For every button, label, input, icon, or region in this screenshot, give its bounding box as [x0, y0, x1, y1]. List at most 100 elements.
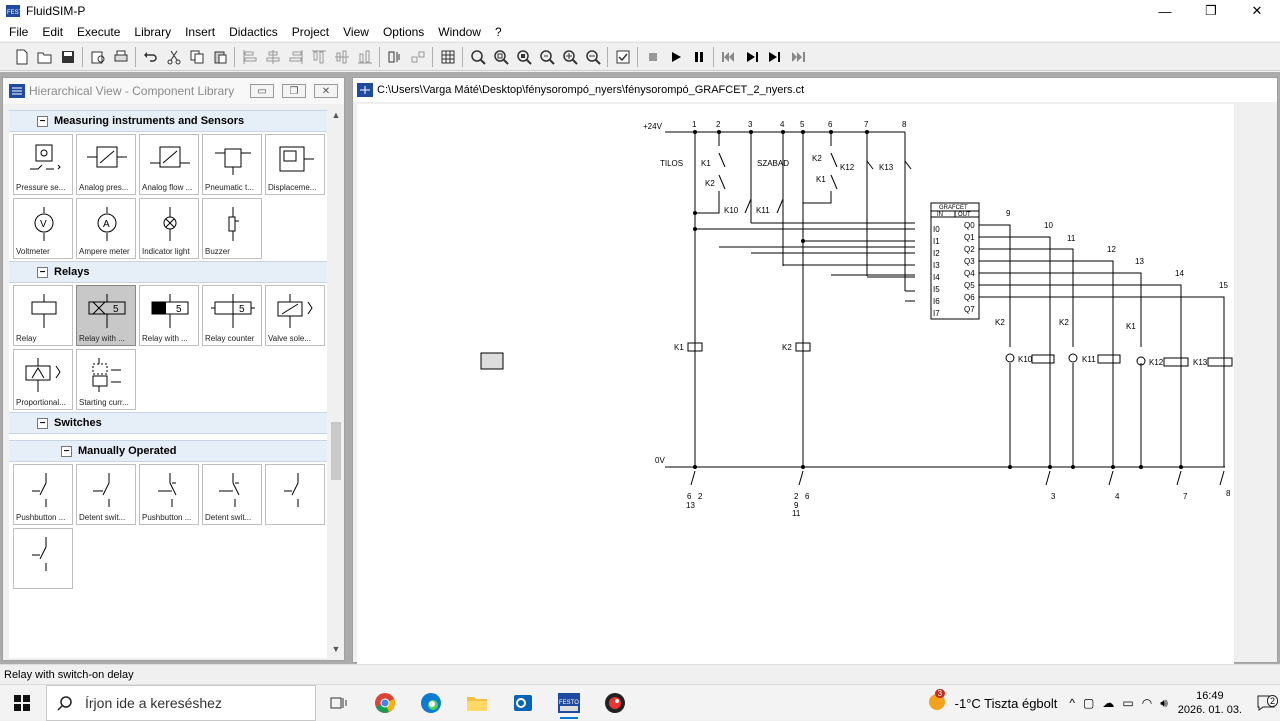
pause-icon[interactable]: [687, 46, 710, 68]
print-icon[interactable]: [109, 46, 132, 68]
zoom-page-icon[interactable]: [512, 46, 535, 68]
menu-file[interactable]: File: [2, 25, 35, 39]
zoom-fit-icon[interactable]: [466, 46, 489, 68]
category-manually-operated[interactable]: − Manually Operated: [9, 440, 327, 462]
print-preview-icon[interactable]: [86, 46, 109, 68]
library-item-ampere-meter[interactable]: A Ampere meter: [76, 198, 136, 259]
check-drawing-icon[interactable]: [611, 46, 634, 68]
task-view-button[interactable]: [316, 685, 362, 721]
library-item-switch-partial-2[interactable]: [13, 528, 73, 589]
cut-icon[interactable]: [162, 46, 185, 68]
library-item-switch-partial[interactable]: [265, 464, 325, 525]
fast-forward-icon[interactable]: [786, 46, 809, 68]
library-item-pushbutton-no[interactable]: Pushbutton ...: [13, 464, 73, 525]
scroll-down-icon[interactable]: ▼: [329, 644, 343, 658]
menu-didactics[interactable]: Didactics: [222, 25, 285, 39]
edge-app[interactable]: [408, 685, 454, 721]
open-folder-icon[interactable]: [33, 46, 56, 68]
undo-icon[interactable]: [139, 46, 162, 68]
zoom-out-icon[interactable]: [581, 46, 604, 68]
windows-start-button[interactable]: [0, 685, 44, 721]
placed-relay-switch-on-delay[interactable]: [480, 352, 504, 370]
meet-now-icon[interactable]: ▢: [1083, 696, 1094, 710]
new-file-icon[interactable]: [10, 46, 33, 68]
paste-icon[interactable]: [208, 46, 231, 68]
battery-icon[interactable]: ▭: [1122, 696, 1133, 710]
relay-coil-k11[interactable]: [1097, 354, 1121, 364]
category-measuring[interactable]: − Measuring instruments and Sensors: [9, 110, 327, 132]
file-explorer-app[interactable]: [454, 685, 500, 721]
relay-coil-k10[interactable]: [1031, 354, 1055, 364]
library-item-indicator-light[interactable]: Indicator light: [139, 198, 199, 259]
library-item-buzzer[interactable]: Buzzer: [202, 198, 262, 259]
align-middle-icon[interactable]: [330, 46, 353, 68]
library-item-detent-switch-no[interactable]: Detent swit...: [76, 464, 136, 525]
library-item-proportional[interactable]: Proportional...: [13, 349, 73, 410]
library-minimize-button[interactable]: ▭: [250, 84, 274, 98]
mirror-icon[interactable]: [406, 46, 429, 68]
maximize-button[interactable]: ❐: [1188, 0, 1234, 22]
collapse-icon[interactable]: −: [37, 417, 48, 429]
stop-icon[interactable]: [641, 46, 664, 68]
library-item-pneumatic[interactable]: Pneumatic t...: [202, 134, 262, 195]
library-item-relay[interactable]: Relay: [13, 285, 73, 346]
library-item-relay-switch-off-delay[interactable]: 5 Relay with ...: [139, 285, 199, 346]
collapse-icon[interactable]: −: [37, 115, 48, 127]
chevron-up-icon[interactable]: ^: [1069, 696, 1075, 710]
align-center-icon[interactable]: [261, 46, 284, 68]
circuit-canvas[interactable]: +24V 0V 1 2 3 4 5 6 7 8 9 10 11 12 13 14…: [357, 104, 1234, 664]
library-item-analog-pressure[interactable]: Analog pres...: [76, 134, 136, 195]
copy-icon[interactable]: [185, 46, 208, 68]
close-button[interactable]: ✕: [1234, 0, 1280, 22]
align-top-icon[interactable]: [307, 46, 330, 68]
circuit-diagram[interactable]: +24V 0V 1 2 3 4 5 6 7 8 9 10 11 12 13 14…: [357, 104, 1234, 664]
scrollbar-thumb[interactable]: [331, 422, 341, 480]
chrome-app[interactable]: [362, 685, 408, 721]
single-step-icon[interactable]: [740, 46, 763, 68]
menu-window[interactable]: Window: [431, 25, 488, 39]
fluidsim-app[interactable]: FESTO: [546, 685, 592, 721]
volume-icon[interactable]: 🔊︎: [1160, 696, 1168, 711]
notification-center-button[interactable]: 2: [1252, 695, 1280, 711]
weather-widget[interactable]: 3 -1°C Tiszta égbolt: [927, 688, 1057, 715]
library-item-relay-counter[interactable]: 5 Relay counter: [202, 285, 262, 346]
menu-insert[interactable]: Insert: [178, 25, 222, 39]
taskbar-search-box[interactable]: Írjon ide a kereséshez: [46, 684, 316, 721]
collapse-icon[interactable]: −: [37, 266, 48, 278]
menu-library[interactable]: Library: [127, 25, 178, 39]
screen-recorder-app[interactable]: [592, 685, 638, 721]
library-item-relay-switch-on-delay[interactable]: 5 Relay with ...: [76, 285, 136, 346]
library-item-pushbutton-nc[interactable]: Pushbutton ...: [139, 464, 199, 525]
align-left-icon[interactable]: [238, 46, 261, 68]
menu-options[interactable]: Options: [376, 25, 431, 39]
menu-project[interactable]: Project: [285, 25, 336, 39]
step-forward-icon[interactable]: [763, 46, 786, 68]
library-item-voltmeter[interactable]: V Voltmeter: [13, 198, 73, 259]
reset-icon[interactable]: [717, 46, 740, 68]
menu-view[interactable]: View: [336, 25, 376, 39]
align-right-icon[interactable]: [284, 46, 307, 68]
menu-execute[interactable]: Execute: [70, 25, 127, 39]
clock[interactable]: 16:49 2026. 01. 03.: [1178, 689, 1242, 717]
library-item-displacement[interactable]: Displaceme...: [265, 134, 325, 195]
library-restore-button[interactable]: ❐: [282, 84, 306, 98]
zoom-window-icon[interactable]: [489, 46, 512, 68]
minimize-button[interactable]: —: [1142, 0, 1188, 22]
rotate-icon[interactable]: [383, 46, 406, 68]
save-icon[interactable]: [56, 46, 79, 68]
play-icon[interactable]: [664, 46, 687, 68]
library-item-starting-current[interactable]: Starting curr...: [76, 349, 136, 410]
library-scrollbar[interactable]: ▲ ▼: [329, 110, 343, 658]
relay-coil-k13[interactable]: [1207, 357, 1233, 367]
menu-help[interactable]: ?: [488, 25, 509, 39]
collapse-icon[interactable]: −: [61, 445, 72, 457]
category-switches[interactable]: − Switches: [9, 412, 327, 434]
scroll-up-icon[interactable]: ▲: [329, 110, 343, 124]
align-bottom-icon[interactable]: [353, 46, 376, 68]
library-close-button[interactable]: ✕: [314, 84, 338, 98]
library-item-detent-switch-nc[interactable]: Detent swit...: [202, 464, 262, 525]
library-item-analog-flow[interactable]: Analog flow ...: [139, 134, 199, 195]
wifi-icon[interactable]: ◠: [1142, 696, 1152, 710]
library-item-valve-solenoid[interactable]: Valve sole...: [265, 285, 325, 346]
menu-edit[interactable]: Edit: [35, 25, 70, 39]
